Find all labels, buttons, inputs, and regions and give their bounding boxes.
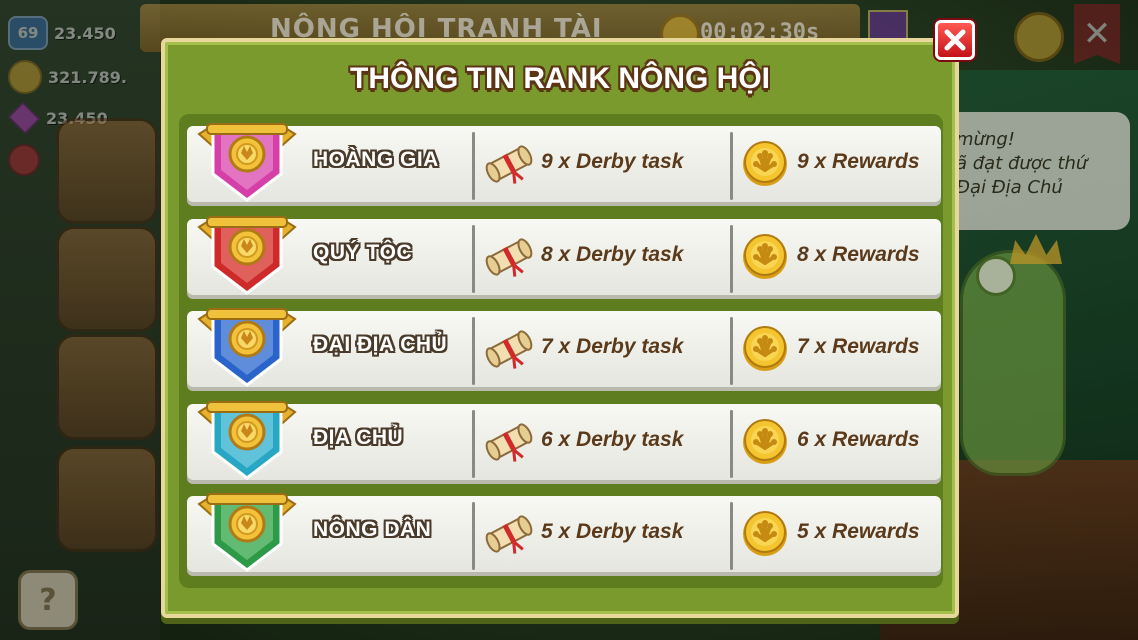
rank-row-4: ĐỊA CHỦ 6 x Derby task 6 x Rewards (187, 400, 941, 480)
reward-count: 9 x Rewards (797, 150, 920, 173)
scroll-icon (485, 515, 533, 554)
frog-coin-icon (743, 326, 787, 371)
rank-ribbon-icon (197, 492, 297, 572)
derby-task-count: 5 x Derby task (541, 520, 684, 543)
dialog-title: THÔNG TIN RANK NÔNG HỘI (350, 62, 770, 95)
rank-ribbon-icon (197, 215, 297, 295)
rank-ribbon-icon (197, 307, 297, 387)
rank-name: ĐỊA CHỦ (313, 426, 404, 449)
rank-name: HOÀNG GIA (313, 148, 439, 171)
frog-coin-icon (743, 419, 787, 464)
scroll-icon (485, 145, 533, 184)
rank-info-dialog: THÔNG TIN RANK NÔNG HỘI HOÀNG GIA 9 x De… (161, 38, 959, 618)
rank-name: QUÝ TỘC (313, 241, 413, 264)
rank-name: NÔNG DÂN (313, 518, 432, 541)
frog-coin-icon (743, 511, 787, 556)
derby-task-count: 8 x Derby task (541, 243, 684, 266)
column-divider (730, 225, 733, 293)
column-divider (472, 410, 475, 478)
reward-count: 5 x Rewards (797, 520, 920, 543)
column-divider (730, 502, 733, 570)
rank-row-5: NÔNG DÂN 5 x Derby task 5 x Rewards (187, 492, 941, 572)
reward-count: 7 x Rewards (797, 335, 920, 358)
rank-ribbon-icon (197, 122, 297, 202)
frog-coin-icon (743, 234, 787, 279)
column-divider (730, 317, 733, 385)
reward-count: 8 x Rewards (797, 243, 920, 266)
close-icon (944, 29, 966, 51)
reward-count: 6 x Rewards (797, 428, 920, 451)
derby-task-count: 7 x Derby task (541, 335, 684, 358)
rank-ribbon-icon (197, 400, 297, 480)
rank-row-1: HOÀNG GIA 9 x Derby task 9 x Rewards (187, 122, 941, 202)
rank-row-2: QUÝ TỘC 8 x Derby task 8 x Rewards (187, 215, 941, 295)
column-divider (472, 225, 475, 293)
scroll-icon (485, 330, 533, 369)
scroll-icon (485, 423, 533, 462)
derby-task-count: 9 x Derby task (541, 150, 684, 173)
rank-list-panel: HOÀNG GIA 9 x Derby task 9 x Rewards QUÝ… (179, 114, 943, 588)
derby-task-count: 6 x Derby task (541, 428, 684, 451)
close-button[interactable] (935, 20, 975, 60)
scroll-icon (485, 238, 533, 277)
rank-name: ĐẠI ĐỊA CHỦ (313, 333, 448, 356)
rank-row-3: ĐẠI ĐỊA CHỦ 7 x Derby task 7 x Rewards (187, 307, 941, 387)
column-divider (730, 132, 733, 200)
column-divider (472, 317, 475, 385)
frog-coin-icon (743, 141, 787, 186)
column-divider (472, 502, 475, 570)
column-divider (730, 410, 733, 478)
column-divider (472, 132, 475, 200)
